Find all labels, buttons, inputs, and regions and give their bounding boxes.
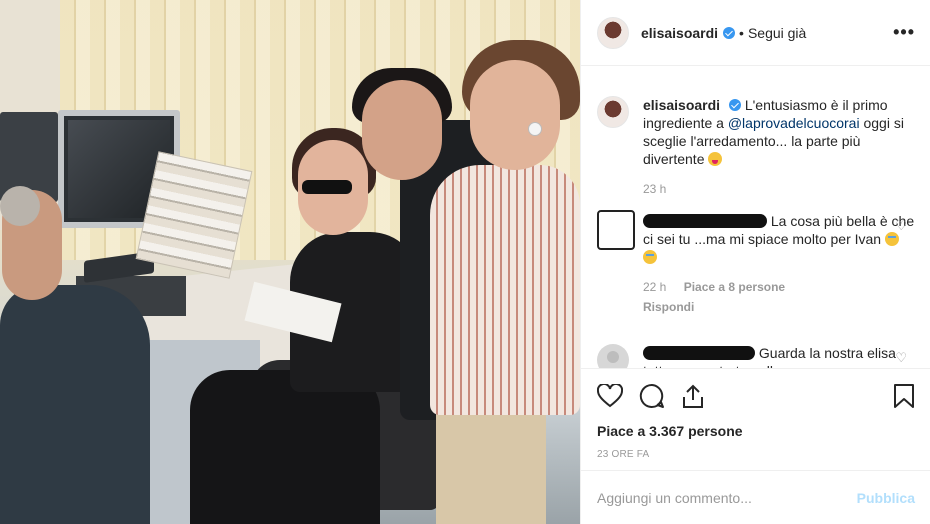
comment-text: La cosa più bella è che ci sei tu ...ma … [643, 212, 915, 266]
person-standing-woman [430, 165, 580, 415]
crying-emoji-icon [884, 232, 899, 246]
avatar[interactable] [597, 16, 629, 49]
follow-button[interactable]: Segui già [748, 25, 806, 41]
caption-text: elisaisoardi L'entusiasmo è il primo ing… [643, 96, 915, 168]
comment-text: Guarda la nostra elisa tutta concentrata… [643, 344, 915, 368]
comment-icon[interactable] [639, 383, 665, 409]
caption: elisaisoardi L'entusiasmo è il primo ing… [597, 96, 915, 196]
sunglasses [302, 180, 352, 194]
comment-item: La cosa più bella è che ci sei tu ...ma … [597, 210, 915, 314]
person-standing-woman-legs [436, 400, 546, 524]
person-standing-woman-head [470, 60, 560, 170]
avatar[interactable] [597, 210, 635, 250]
person-seated-woman-legs [190, 370, 380, 524]
crying-emoji-icon [643, 250, 657, 264]
verified-badge-icon [723, 26, 736, 39]
avatar[interactable] [597, 96, 629, 128]
comment-item: Guarda la nostra elisa tutta concentrata… [597, 344, 915, 368]
comments-list[interactable]: elisaisoardi L'entusiasmo è il primo ing… [581, 66, 930, 368]
person-standing-man-head [362, 80, 442, 180]
caption-mention-link[interactable]: @laprovadelcuocorai [728, 115, 860, 131]
likes-count[interactable]: Piace a 3.367 persone [597, 423, 915, 439]
post-username[interactable]: elisaisoardi [641, 25, 718, 41]
redacted-username [643, 214, 767, 228]
heart-icon[interactable] [597, 384, 623, 408]
share-icon[interactable] [681, 383, 705, 409]
bookmark-icon[interactable] [893, 383, 915, 409]
caption-username[interactable]: elisaisoardi [643, 97, 720, 113]
comment-likes[interactable]: Piace a 8 persone [684, 280, 785, 294]
person-seated-man-hair [0, 186, 40, 226]
post-panel: elisaisoardi • Segui già ••• elisaisoard… [580, 0, 930, 524]
verified-badge-icon [728, 99, 741, 111]
reply-button[interactable]: Rispondi [643, 300, 915, 314]
post-header: elisaisoardi • Segui già ••• [581, 0, 930, 66]
more-options-icon[interactable]: ••• [893, 22, 915, 43]
post-photo[interactable] [0, 0, 580, 524]
person-seated-man [0, 285, 150, 524]
redacted-username [643, 346, 755, 360]
comment-like-icon[interactable]: ♡ [895, 218, 907, 234]
separator-dot: • [739, 24, 744, 41]
post-date[interactable]: 23 ORE FA [597, 449, 915, 460]
comment-time[interactable]: 22 h [643, 280, 666, 294]
action-icons [597, 369, 915, 423]
comment-input[interactable] [597, 489, 857, 506]
comment-composer: Pubblica [581, 470, 930, 524]
comment-like-icon[interactable]: ♡ [895, 350, 907, 366]
comment-meta: 22 h Piace a 8 persone [643, 280, 915, 294]
post-actions: Piace a 3.367 persone 23 ORE FA [581, 368, 930, 468]
publish-button[interactable]: Pubblica [857, 490, 915, 506]
avatar[interactable] [597, 344, 629, 368]
earring [528, 122, 542, 136]
tongue-emoji-icon [708, 152, 723, 166]
caption-time[interactable]: 23 h [643, 182, 915, 196]
